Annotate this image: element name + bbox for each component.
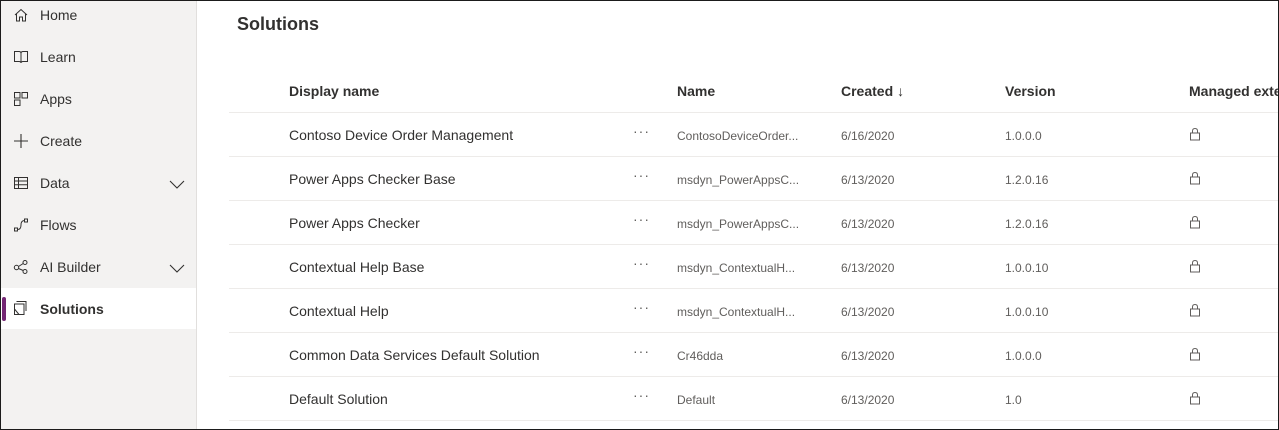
sidebar-item-data[interactable]: Data [1,163,196,203]
lock-icon [1189,391,1201,405]
sidebar-item-label: Home [40,7,78,23]
table-row[interactable]: Default Solution ··· Default 6/13/2020 1… [229,377,1278,421]
cell-version: 1.0.0.10 [1005,305,1049,319]
lock-icon [1189,303,1201,317]
page-title: Solutions [237,14,319,34]
solutions-icon [13,300,29,316]
apps-icon [13,91,29,107]
sidebar-item-label: Apps [40,91,72,107]
sidebar-item-label: Data [40,175,70,191]
table-row[interactable]: Contextual Help ··· msdyn_ContextualH...… [229,289,1278,333]
table-row[interactable]: Contextual Help Base ··· msdyn_Contextua… [229,245,1278,289]
cell-name: msdyn_ContextualH... [677,261,796,275]
more-options-icon[interactable]: ··· [633,123,650,139]
cell-display-name[interactable]: Contextual Help Base [289,259,424,275]
column-header-display-name[interactable]: Display name [289,83,379,99]
column-header-version[interactable]: Version [1005,83,1056,99]
sidebar-item-flows[interactable]: Flows [1,205,196,245]
sort-descending-icon: ↓ [897,83,905,99]
home-icon [13,7,29,23]
cell-created: 6/13/2020 [841,173,895,187]
sidebar-item-learn[interactable]: Learn [1,37,196,77]
more-options-icon[interactable]: ··· [633,167,650,183]
solutions-grid: Display name Name Created ↓ Version Manag… [229,69,1278,421]
sidebar-item-label: Learn [40,49,76,65]
cell-version: 1.0.0.0 [1005,129,1042,143]
cell-created: 6/16/2020 [841,129,895,143]
cell-version: 1.0 [1005,393,1022,407]
more-options-icon[interactable]: ··· [633,387,650,403]
cell-name: ContosoDeviceOrder... [677,129,799,143]
table-row[interactable]: Power Apps Checker Base ··· msdyn_PowerA… [229,157,1278,201]
cell-name: msdyn_ContextualH... [677,305,796,319]
cell-name: msdyn_PowerAppsC... [677,217,800,231]
cell-created: 6/13/2020 [841,217,895,231]
sidebar-item-apps[interactable]: Apps [1,79,196,119]
cell-display-name[interactable]: Power Apps Checker Base [289,171,456,187]
sidebar-item-home[interactable]: Home [1,1,196,35]
cell-created: 6/13/2020 [841,349,895,363]
more-options-icon[interactable]: ··· [633,299,650,315]
cell-version: 1.0.0.10 [1005,261,1049,275]
column-header-created[interactable]: Created ↓ [841,83,904,99]
grid-header: Display name Name Created ↓ Version Manag… [229,69,1278,113]
cell-display-name[interactable]: Contextual Help [289,303,389,319]
ai-builder-icon [13,259,29,275]
table-icon [13,175,29,191]
table-row[interactable]: Contoso Device Order Management ··· Cont… [229,113,1278,157]
column-header-created-label: Created [841,83,894,99]
sidebar-item-label: Create [40,133,83,149]
sidebar-item-ai-builder[interactable]: AI Builder [1,247,196,287]
sidebar-item-label: Solutions [40,300,104,317]
cell-created: 6/13/2020 [841,261,895,275]
more-options-icon[interactable]: ··· [633,343,650,359]
more-options-icon[interactable]: ··· [633,255,650,271]
lock-icon [1189,171,1201,185]
lock-icon [1189,347,1201,361]
lock-icon [1189,127,1201,141]
app-frame: Home Learn Apps Create Data Flows AI Bui… [0,0,1279,430]
selected-indicator [2,297,6,321]
sidebar-item-solutions[interactable]: Solutions [1,288,196,329]
more-options-icon[interactable]: ··· [633,211,650,227]
cell-display-name[interactable]: Contoso Device Order Management [289,127,513,143]
cell-display-name[interactable]: Power Apps Checker [289,215,420,231]
table-row[interactable]: Power Apps Checker ··· msdyn_PowerAppsC.… [229,201,1278,245]
cell-name: Default [677,393,716,407]
cell-created: 6/13/2020 [841,393,895,407]
book-icon [13,49,29,65]
cell-display-name[interactable]: Common Data Services Default Solution [289,347,540,363]
cell-name: Cr46dda [677,349,724,363]
column-header-name[interactable]: Name [677,83,715,99]
cell-display-name[interactable]: Default Solution [289,391,388,407]
main-content: Solutions Display name Name Created ↓ Ver… [198,1,1278,429]
sidebar-nav: Home Learn Apps Create Data Flows AI Bui… [1,1,197,429]
cell-version: 1.0.0.0 [1005,349,1042,363]
sidebar-item-label: Flows [40,217,77,233]
cell-version: 1.2.0.16 [1005,173,1049,187]
cell-name: msdyn_PowerAppsC... [677,173,800,187]
chevron-down-icon[interactable] [169,177,185,189]
chevron-down-icon[interactable] [169,261,185,273]
lock-icon [1189,215,1201,229]
grid-body: Contoso Device Order Management ··· Cont… [229,113,1278,421]
sidebar-item-label: AI Builder [40,259,101,275]
table-row[interactable]: Common Data Services Default Solution ··… [229,333,1278,377]
cell-created: 6/13/2020 [841,305,895,319]
plus-icon [13,133,29,149]
cell-version: 1.2.0.16 [1005,217,1049,231]
flow-icon [13,217,29,233]
sidebar-item-create[interactable]: Create [1,121,196,161]
lock-icon [1189,259,1201,273]
column-header-managed[interactable]: Managed exter [1189,83,1278,99]
